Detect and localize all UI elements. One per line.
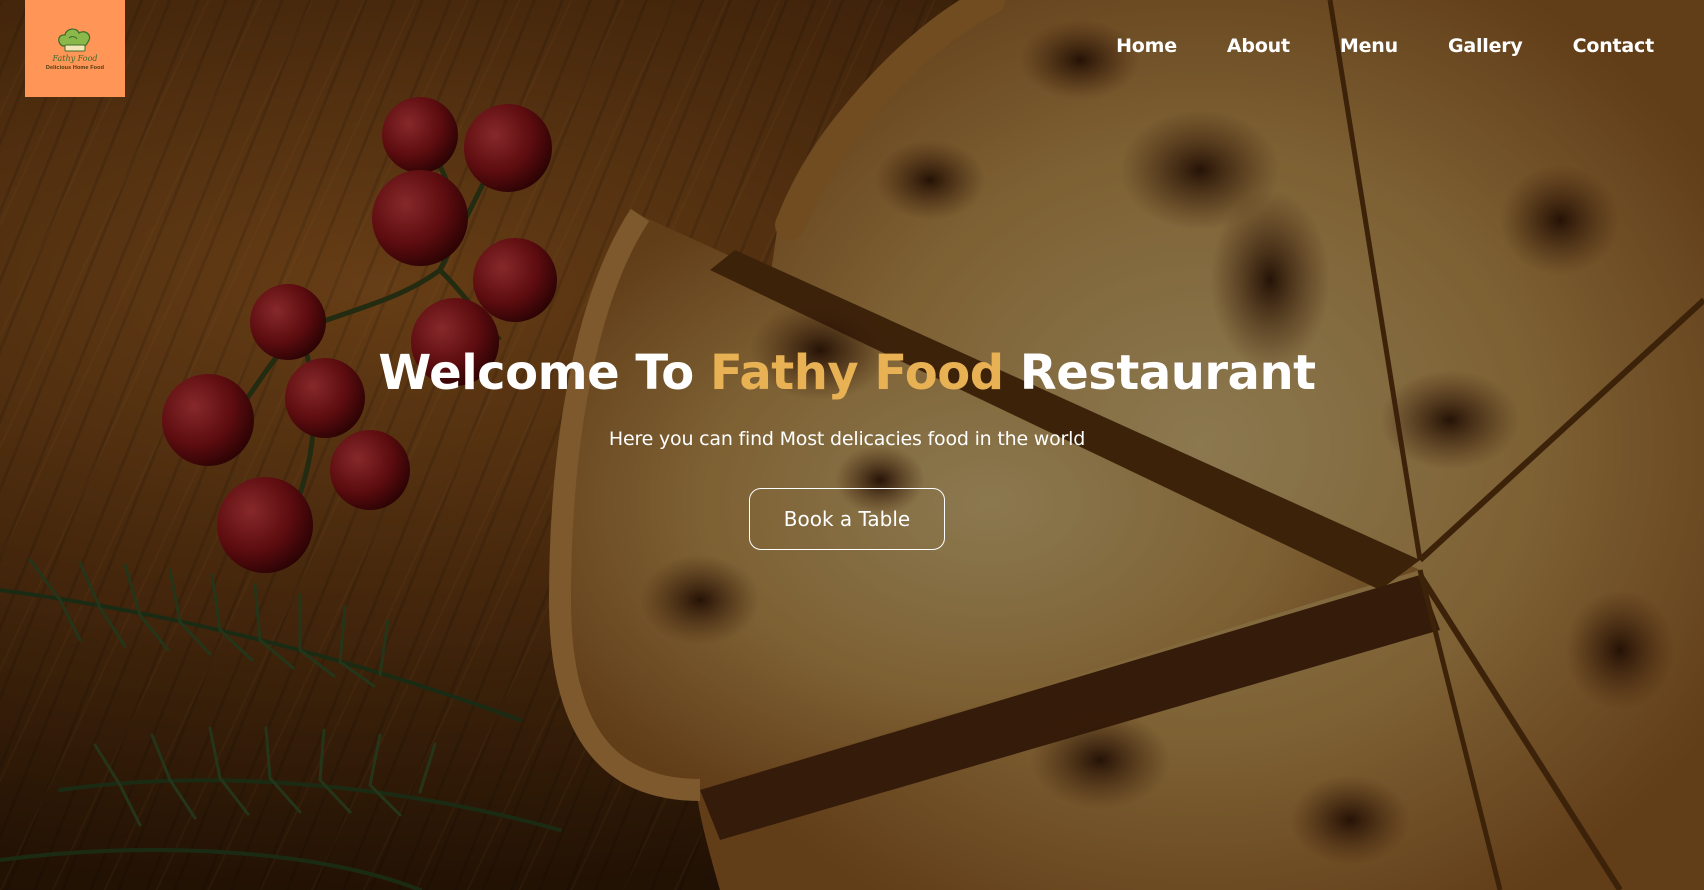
chef-hat-icon	[58, 28, 91, 52]
hero-title-suffix: Restaurant	[1003, 345, 1316, 401]
hero-content: Welcome To Fathy Food Restaurant Here yo…	[0, 340, 1699, 550]
nav-item-contact[interactable]: Contact	[1573, 31, 1655, 61]
logo-tagline: Delicious Home Food	[45, 65, 105, 71]
book-table-button[interactable]: Book a Table	[749, 488, 945, 550]
hero-title-prefix: Welcome To	[378, 345, 710, 401]
nav-item-about[interactable]: About	[1227, 31, 1290, 61]
nav-item-home[interactable]: Home	[1116, 31, 1177, 61]
brand-logo[interactable]: Fathy Food Delicious Home Food	[25, 0, 125, 97]
hero-title-brand: Fathy Food	[709, 345, 1004, 401]
hero-title: Welcome To Fathy Food Restaurant	[0, 340, 1699, 406]
main-nav: Home About Menu Gallery Contact	[1066, 31, 1654, 61]
hero-section: Fathy Food Delicious Home Food Home Abou…	[0, 0, 1704, 890]
logo-script-text: Fathy Food	[52, 54, 98, 63]
nav-item-gallery[interactable]: Gallery	[1448, 31, 1523, 61]
hero-subtitle: Here you can find Most delicacies food i…	[608, 428, 1086, 450]
nav-item-menu[interactable]: Menu	[1340, 31, 1398, 61]
